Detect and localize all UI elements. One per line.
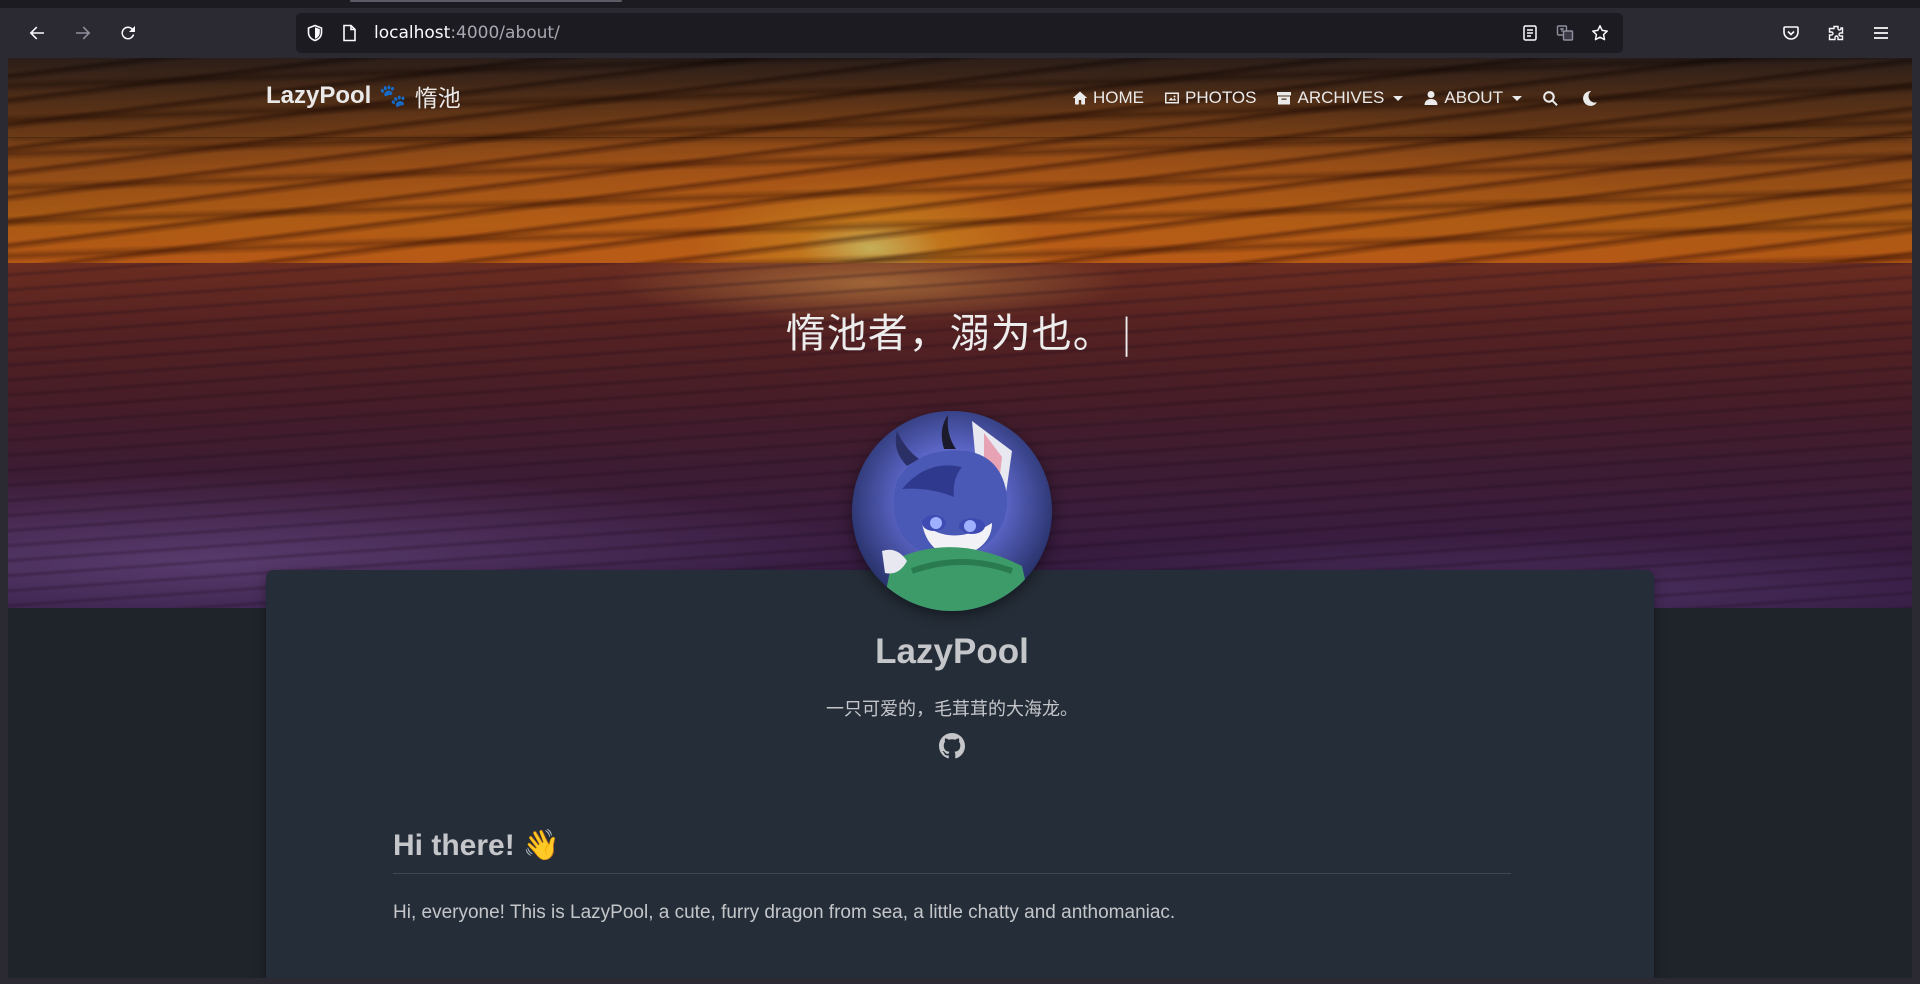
- nav-item-archives[interactable]: ARCHIVES: [1276, 88, 1404, 108]
- dragon-avatar-illustration: [852, 411, 1052, 611]
- url-path: :4000/about/: [450, 23, 560, 43]
- browser-toolbar: localhost:4000/about/: [0, 8, 1920, 58]
- hero-slogan: 惰池者，溺为也。 |: [8, 301, 1912, 359]
- active-tab-indicator[interactable]: [350, 0, 622, 2]
- reload-icon: [121, 26, 135, 40]
- address-bar[interactable]: localhost:4000/about/: [296, 13, 1623, 53]
- home-icon: [1072, 91, 1088, 105]
- nav-item-about[interactable]: ABOUT: [1423, 88, 1522, 108]
- extensions-button[interactable]: [1819, 16, 1853, 50]
- bookmark-star-icon[interactable]: [1591, 24, 1609, 42]
- dark-mode-toggle[interactable]: [1581, 90, 1598, 107]
- slogan-text: 惰池者，溺为也。: [785, 311, 1114, 357]
- hamburger-menu-icon: [1874, 27, 1888, 39]
- author-name: LazyPool: [875, 632, 1029, 671]
- caret-down-icon: [1511, 95, 1522, 101]
- reader-mode-icon[interactable]: [1521, 24, 1539, 42]
- pocket-button[interactable]: [1774, 16, 1808, 50]
- github-icon: [939, 733, 965, 759]
- moon-icon: [1583, 90, 1597, 106]
- nav-label: HOME: [1093, 88, 1144, 107]
- waving-hand-icon: 👋: [522, 828, 561, 863]
- page-info-icon[interactable]: [340, 24, 358, 42]
- pocket-icon: [1783, 26, 1799, 40]
- menu-button[interactable]: [1864, 16, 1898, 50]
- url-text[interactable]: localhost:4000/about/: [374, 23, 560, 43]
- back-button[interactable]: [20, 16, 54, 50]
- author-avatar: [852, 411, 1052, 611]
- paw-icon: 🐾: [379, 83, 407, 108]
- search-icon: [1543, 90, 1558, 106]
- user-icon: [1424, 91, 1438, 105]
- author-bio: 一只可爱的，毛茸茸的大海龙。: [826, 699, 1078, 720]
- nav-item-home[interactable]: HOME: [1072, 88, 1144, 108]
- reload-button[interactable]: [111, 16, 145, 50]
- heading-text: Hi there!: [393, 828, 515, 862]
- window-frame-bottom: [0, 978, 1920, 984]
- site-brand-link[interactable]: LazyPool 🐾 惰池: [266, 79, 461, 113]
- url-host: localhost: [374, 23, 451, 43]
- arrow-left-icon: [29, 26, 44, 40]
- translate-icon[interactable]: [1556, 24, 1574, 42]
- section-heading-hi-there: Hi there! 👋: [393, 828, 1511, 874]
- window-frame-left: [0, 58, 8, 984]
- intro-paragraph: Hi, everyone! This is LazyPool, a cute, …: [393, 902, 1176, 923]
- arrow-right-icon: [76, 26, 91, 40]
- shield-icon[interactable]: [306, 24, 324, 42]
- archive-icon: [1277, 92, 1292, 105]
- site-navbar: LazyPool 🐾 惰池 HOME PHOTOS ARCHIVES ABOUT: [8, 58, 1912, 138]
- nav-label: ABOUT: [1444, 88, 1503, 107]
- nav-label: PHOTOS: [1185, 88, 1257, 107]
- nav-menu: HOME PHOTOS ARCHIVES ABOUT: [1072, 87, 1620, 109]
- forward-button[interactable]: [66, 16, 100, 50]
- typing-cursor: |: [1119, 311, 1135, 357]
- caret-down-icon: [1393, 95, 1404, 101]
- github-link[interactable]: [939, 733, 965, 759]
- nav-label: ARCHIVES: [1297, 88, 1385, 107]
- nav-item-photos[interactable]: PHOTOS: [1164, 88, 1256, 108]
- brand-name: LazyPool: [266, 82, 372, 109]
- brand-cn-name: 惰池: [414, 86, 461, 112]
- puzzle-icon: [1828, 25, 1844, 41]
- image-icon: [1165, 92, 1179, 104]
- search-button[interactable]: [1542, 90, 1559, 107]
- window-frame-right: [1912, 58, 1920, 984]
- tab-strip: [0, 0, 1920, 8]
